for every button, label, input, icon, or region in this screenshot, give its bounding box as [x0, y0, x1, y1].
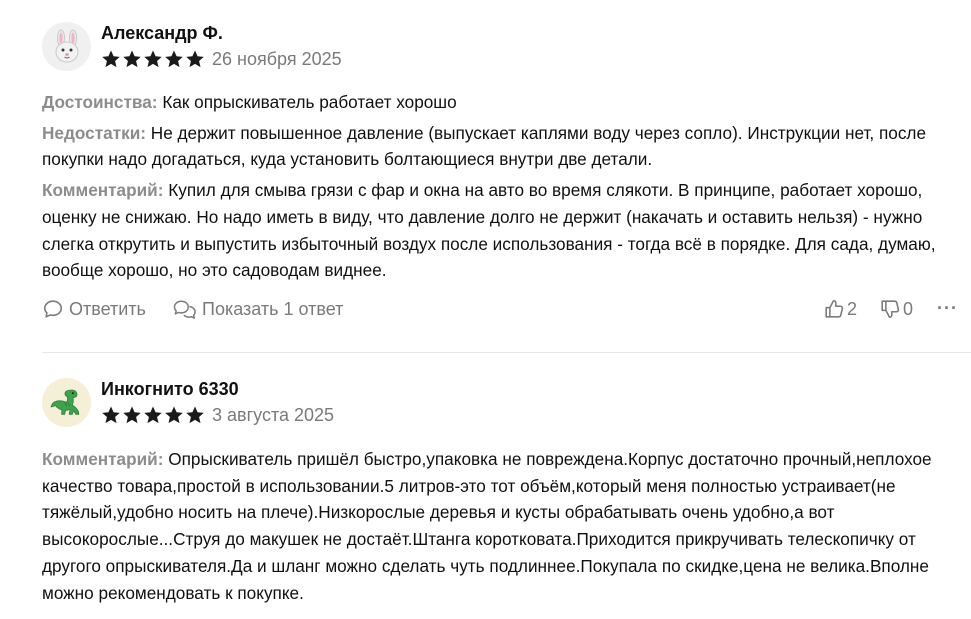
disadvantages-section: Недостатки: Не держит повышенное давлени… [42, 120, 962, 173]
star-rating [101, 405, 205, 425]
comment-label: Комментарий: [42, 180, 164, 201]
review-date: 3 августа 2025 [212, 404, 335, 425]
disadvantages-text: Не держит повышенное давление (выпускает… [42, 122, 927, 170]
show-replies-label: Показать 1 ответ [202, 298, 344, 319]
advantages-section: Достоинства: Как опрыскиватель работает … [42, 89, 962, 116]
speech-bubble-icon [43, 300, 63, 318]
comment-text: Купил для смыва грязи с фар и окна на ав… [42, 180, 936, 281]
rating-row: 26 ноября 2025 [101, 48, 342, 70]
thumbs-down-icon [881, 300, 900, 319]
review-body: Комментарий: Опрыскиватель пришёл быстро… [42, 446, 962, 610]
star-icon [123, 406, 141, 424]
reply-label: Ответить [69, 298, 146, 319]
author-name[interactable]: Александр Ф. [101, 23, 223, 44]
author-name[interactable]: Инкогнито 6330 [101, 379, 239, 400]
review-actions: Ответить Показать 1 ответ 2 0 ··· [42, 298, 971, 324]
comment-section: Комментарий: Опрыскиватель пришёл быстро… [42, 446, 962, 606]
star-icon [186, 406, 204, 424]
review-body: Достоинства: Как опрыскиватель работает … [42, 89, 962, 288]
dinosaur-icon [50, 389, 79, 415]
star-icon [144, 50, 162, 68]
review-divider [42, 352, 971, 353]
star-rating [101, 49, 205, 69]
like-button[interactable]: 2 [823, 298, 857, 320]
rating-row: 3 августа 2025 [101, 404, 334, 426]
star-icon [123, 50, 141, 68]
advantages-text: Как опрыскиватель работает хорошо [162, 92, 457, 112]
star-icon [144, 406, 162, 424]
review-date: 26 ноября 2025 [212, 48, 342, 69]
advantages-label: Достоинства: [42, 92, 158, 112]
avatar[interactable] [42, 22, 91, 71]
thumbs-up-icon [825, 299, 844, 318]
like-count: 2 [847, 298, 858, 319]
show-replies-button[interactable]: Показать 1 ответ [173, 298, 343, 320]
avatar[interactable] [42, 378, 91, 427]
replies-icon [173, 300, 196, 319]
comment-section: Комментарий: Купил для смыва грязи с фар… [42, 177, 962, 284]
comment-text: Опрыскиватель пришёл быстро,упаковка не … [42, 449, 932, 603]
more-options-button[interactable]: ··· [937, 298, 958, 319]
review-header: Александр Ф. 26 ноября 2025 [42, 22, 642, 72]
star-icon [165, 50, 183, 68]
dislike-count: 0 [903, 298, 914, 319]
disadvantages-label: Недостатки: [42, 122, 146, 143]
star-icon [165, 406, 183, 424]
review-header: Инкогнито 6330 3 августа 2025 [42, 378, 642, 428]
dislike-button[interactable]: 0 [879, 298, 913, 320]
more-options-icon: ··· [937, 298, 958, 318]
star-icon [186, 50, 204, 68]
rabbit-face-icon [55, 29, 78, 62]
comment-label: Комментарий: [42, 449, 164, 469]
star-icon [102, 406, 120, 424]
star-icon [102, 50, 120, 68]
reply-button[interactable]: Ответить [42, 298, 146, 320]
